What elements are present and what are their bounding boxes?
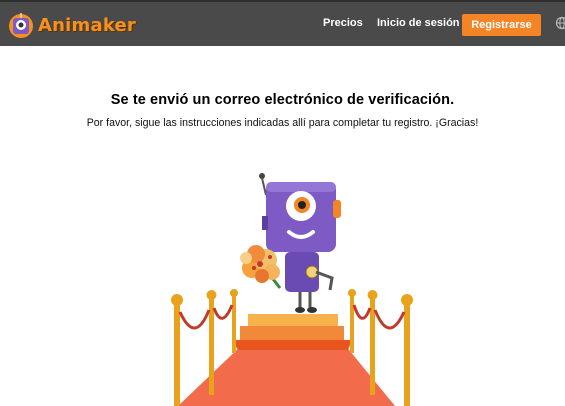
page-subtitle: Por favor, sigue las instrucciones indic…: [86, 117, 479, 129]
globe-icon[interactable]: [555, 16, 565, 30]
top-navbar: Animaker Precios Inicio de sesión Regist…: [0, 0, 565, 46]
page-title: Se te envió un correo electrónico de ver…: [110, 92, 455, 108]
nav-link-login[interactable]: Inicio de sesión: [377, 17, 460, 29]
brand-name: Animaker: [38, 14, 136, 36]
robot-illustration: [171, 173, 413, 406]
stage-step: [248, 314, 338, 328]
animaker-logo-icon: [9, 13, 33, 38]
signup-button[interactable]: Registrarse: [462, 14, 541, 36]
nav-link-precios[interactable]: Precios: [323, 17, 363, 29]
brand-logo[interactable]: Animaker: [6, 8, 136, 42]
